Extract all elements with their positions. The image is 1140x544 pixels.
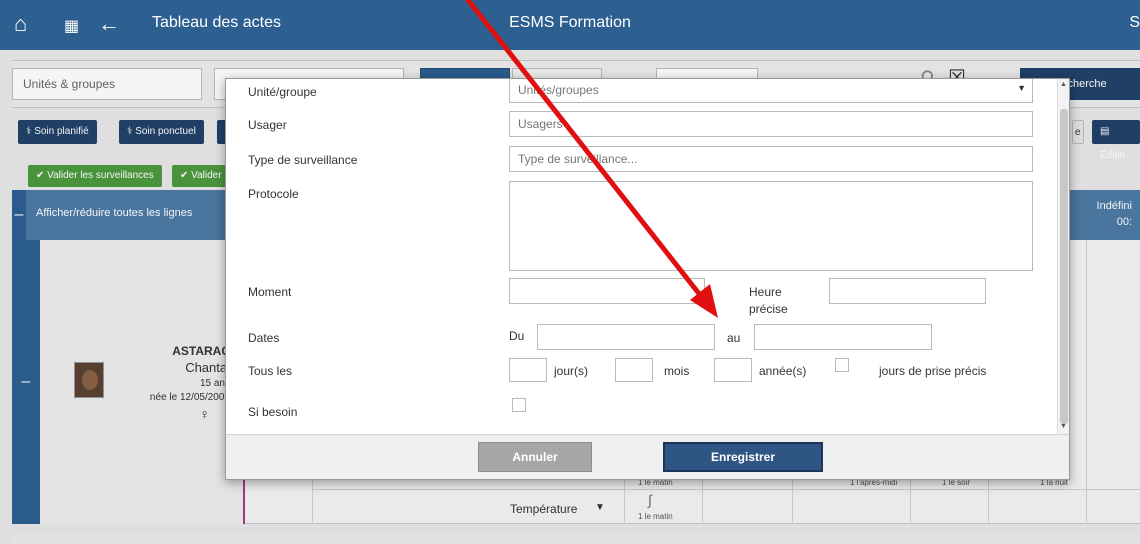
date-from-input[interactable] xyxy=(537,324,715,350)
unite-groupe-select[interactable]: Unités/groupes ▼ xyxy=(509,79,1033,103)
modal-scrollbar[interactable]: ▲ ▼ xyxy=(1057,79,1069,434)
si-besoin-label: Si besoin xyxy=(248,405,298,419)
annees-label: année(s) xyxy=(759,364,807,378)
cancel-button[interactable]: Annuler xyxy=(478,442,592,472)
heure-precise-input[interactable] xyxy=(829,278,986,304)
surveillance-modal: Unité/groupe Unités/groupes ▼ Usager Typ… xyxy=(225,78,1070,480)
moment-label: Moment xyxy=(248,285,292,299)
chevron-down-icon: ▼ xyxy=(1017,83,1026,93)
type-surveillance-label: Type de surveillance xyxy=(248,153,358,167)
jours-prise-precis-label: jours de prise précis xyxy=(879,364,987,378)
type-surveillance-input[interactable] xyxy=(509,146,1033,172)
jours-input[interactable] xyxy=(509,358,547,382)
protocole-label: Protocole xyxy=(248,187,299,201)
mois-label: mois xyxy=(664,364,690,378)
save-button[interactable]: Enregistrer xyxy=(663,442,823,472)
au-label: au xyxy=(727,331,741,345)
usager-label: Usager xyxy=(248,118,287,132)
jours-prise-precis-checkbox[interactable] xyxy=(835,358,849,372)
mois-input[interactable] xyxy=(615,358,653,382)
moment-input[interactable] xyxy=(509,278,705,304)
unite-groupe-value: Unités/groupes xyxy=(518,83,599,97)
unite-groupe-label: Unité/groupe xyxy=(248,85,317,99)
top-bar: ⌂ ▦ ← Tableau des actes ESMS Formation S xyxy=(0,0,1140,50)
dates-label: Dates xyxy=(248,331,280,345)
precise-label: précise xyxy=(749,302,788,316)
usager-input[interactable] xyxy=(509,111,1033,137)
scroll-up-icon[interactable]: ▲ xyxy=(1060,81,1067,88)
protocole-textarea[interactable] xyxy=(509,181,1033,271)
date-to-input[interactable] xyxy=(754,324,932,350)
annees-input[interactable] xyxy=(714,358,752,382)
heure-label: Heure xyxy=(749,285,782,299)
jours-label: jour(s) xyxy=(554,364,589,378)
si-besoin-checkbox[interactable] xyxy=(512,398,526,412)
du-label: Du xyxy=(509,329,525,343)
scroll-down-icon[interactable]: ▼ xyxy=(1060,423,1067,430)
scrollbar-thumb[interactable] xyxy=(1060,109,1068,424)
tous-les-label: Tous les xyxy=(248,364,293,378)
topbar-edge-text: S xyxy=(1129,14,1140,31)
modal-footer: Annuler Enregistrer xyxy=(226,434,1069,479)
establishment-title: ESMS Formation xyxy=(509,14,631,31)
